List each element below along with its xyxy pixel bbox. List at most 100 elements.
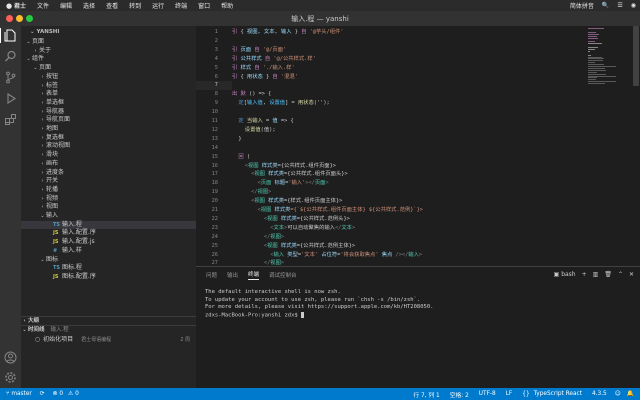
- explorer-workspace-header[interactable]: ⌄ YANSHI: [21, 26, 196, 38]
- minimap-line: [588, 60, 603, 62]
- terminal-line: zdxs-MacBook-Pro:yanshi zdx$: [205, 311, 305, 320]
- tree-item-label: 进度条: [46, 168, 65, 176]
- minimap[interactable]: [586, 26, 628, 86]
- menu-item[interactable]: 君士: [14, 1, 26, 10]
- shell-name: bash: [561, 271, 576, 278]
- terminal-shell-selector[interactable]: ▣ bash: [554, 271, 576, 278]
- tree-item[interactable]: › 画布: [21, 160, 196, 169]
- account-icon[interactable]: [4, 351, 17, 364]
- branch-indicator[interactable]: ⑂ master: [6, 391, 32, 397]
- tree-item[interactable]: JS 输入.配置.序: [21, 229, 196, 238]
- tree-item[interactable]: › 单选框: [21, 99, 196, 108]
- menu-item[interactable]: 帮助: [221, 1, 233, 10]
- tree-item[interactable]: › 轮播: [21, 186, 196, 195]
- tree-item[interactable]: ⌄图标: [21, 256, 196, 265]
- run-debug-icon[interactable]: [4, 92, 17, 105]
- tree-item[interactable]: › 开关: [21, 177, 196, 186]
- add-terminal-icon[interactable]: +: [582, 271, 587, 278]
- tree-item[interactable]: TS 图标.程: [21, 264, 196, 273]
- menu-item[interactable]: 文件: [37, 1, 49, 10]
- notifications-bell-icon[interactable]: 🔔: [627, 391, 634, 397]
- tree-item[interactable]: › 滚动视图: [21, 142, 196, 151]
- activity-bar: [0, 26, 21, 388]
- chevron-down-icon: ⌄: [26, 39, 31, 45]
- tree-item[interactable]: › 视图: [21, 203, 196, 212]
- tree-item[interactable]: › 地图: [21, 125, 196, 134]
- code-token: 页面: [314, 180, 326, 187]
- code-editor[interactable]: 1引 { 视图, 文本, 输入 } 自 '@芋头/组件' 2 3 引 页面 自 '@/…: [196, 26, 640, 293]
- menubar-status-item[interactable]: ☰: [617, 2, 622, 9]
- tree-item[interactable]: › 关于: [21, 47, 196, 56]
- close-panel-icon[interactable]: ✕: [629, 271, 634, 278]
- minimap-line: [588, 66, 616, 67]
- errors-count[interactable]: ⊗ 0: [53, 391, 63, 397]
- trash-icon[interactable]: 🗑: [604, 271, 612, 278]
- ts-version[interactable]: 4.3.5: [592, 391, 607, 397]
- tree-item-selected[interactable]: TS 输入.程: [21, 220, 196, 230]
- source-control-icon[interactable]: [4, 71, 17, 84]
- code-token: 页面: [240, 46, 255, 53]
- tree-item-label: 输入.程: [62, 220, 82, 228]
- tree-item-label: 图标.程: [62, 264, 82, 272]
- line-ending[interactable]: LF: [506, 391, 513, 397]
- tree-item[interactable]: ⌄页面: [21, 38, 196, 47]
- tree-item[interactable]: JS 输入.配置.js: [21, 238, 196, 247]
- menu-item[interactable]: 转到: [129, 1, 141, 10]
- search-icon[interactable]: [4, 50, 17, 63]
- tree-item[interactable]: ⌄输入: [21, 212, 196, 221]
- menu-item[interactable]: 选择: [83, 1, 95, 10]
- indentation[interactable]: 空格: 2: [450, 390, 469, 399]
- minimap-line: [588, 62, 595, 64]
- code-token: 页面: [260, 180, 275, 187]
- zoom-window-button[interactable]: [26, 15, 33, 22]
- menu-item[interactable]: 编辑: [60, 1, 72, 10]
- tree-item[interactable]: ⌄组件: [21, 55, 196, 64]
- apple-logo-icon[interactable]: ●: [4, 2, 14, 10]
- tree-item[interactable]: › 视频: [21, 195, 196, 204]
- close-window-button[interactable]: [6, 15, 13, 22]
- tree-item[interactable]: › 进度条: [21, 169, 196, 178]
- tree-item[interactable]: › 导航器: [21, 108, 196, 117]
- menubar-status-item[interactable]: 🔍: [602, 2, 609, 9]
- tree-item[interactable]: JS 图标.配置.序: [21, 273, 196, 282]
- tree-item[interactable]: # 输入.样: [21, 247, 196, 256]
- line-number: 21: [211, 207, 218, 213]
- explorer-icon[interactable]: [4, 29, 17, 42]
- timeline-panel-header[interactable]: ⌄时间线 输入.程: [21, 325, 196, 335]
- feedback-icon[interactable]: ☺: [615, 391, 621, 397]
- extensions-icon[interactable]: [4, 113, 17, 126]
- panel-tab[interactable]: 终端: [248, 270, 260, 280]
- timeline-entry[interactable]: ○ 初始化项目 君士母语编程 2 周: [21, 336, 196, 345]
- menu-item[interactable]: 窗口: [198, 1, 210, 10]
- tree-item[interactable]: › 导航页面: [21, 116, 196, 125]
- split-terminal-icon[interactable]: ▥: [593, 271, 599, 278]
- tree-item[interactable]: › 按钮: [21, 73, 196, 82]
- tree-item-label: 标签: [46, 81, 59, 89]
- tree-item[interactable]: › 滑块: [21, 151, 196, 160]
- timeline-entry-text: 初始化项目: [43, 336, 74, 343]
- language-mode[interactable]: TypeScript React: [534, 391, 582, 397]
- menubar-status-item[interactable]: 简体拼音: [570, 1, 594, 10]
- tree-item[interactable]: ⌄页面: [21, 64, 196, 73]
- menubar-status-item[interactable]: ◉: [631, 2, 636, 9]
- chevron-down-icon: ⌄: [40, 256, 45, 263]
- tree-item[interactable]: › 表单: [21, 90, 196, 99]
- editor-scrollbar[interactable]: [632, 26, 640, 266]
- panel-tab[interactable]: 问题: [206, 271, 217, 279]
- panel-tab[interactable]: 输出: [227, 271, 238, 279]
- encoding[interactable]: UTF-8: [479, 391, 496, 397]
- cursor-position[interactable]: 行 7, 列 1: [413, 390, 439, 399]
- menu-item[interactable]: 查看: [106, 1, 118, 10]
- warnings-count[interactable]: ⚠ 0: [68, 391, 79, 397]
- tree-item[interactable]: › 标签: [21, 82, 196, 91]
- minimize-window-button[interactable]: [16, 15, 23, 22]
- maximize-panel-icon[interactable]: ⌃: [618, 271, 623, 278]
- panel-tab[interactable]: 调试控制台: [269, 271, 297, 279]
- window-titlebar: 输入.程 — yanshi: [0, 11, 640, 26]
- chevron-right-icon: ›: [41, 160, 44, 167]
- menu-item[interactable]: 终端: [175, 1, 187, 10]
- code-token: 出: [232, 91, 241, 98]
- menu-item[interactable]: 运行: [152, 1, 164, 10]
- sync-icon[interactable]: ⟳: [40, 391, 45, 397]
- settings-gear-icon[interactable]: [4, 371, 17, 384]
